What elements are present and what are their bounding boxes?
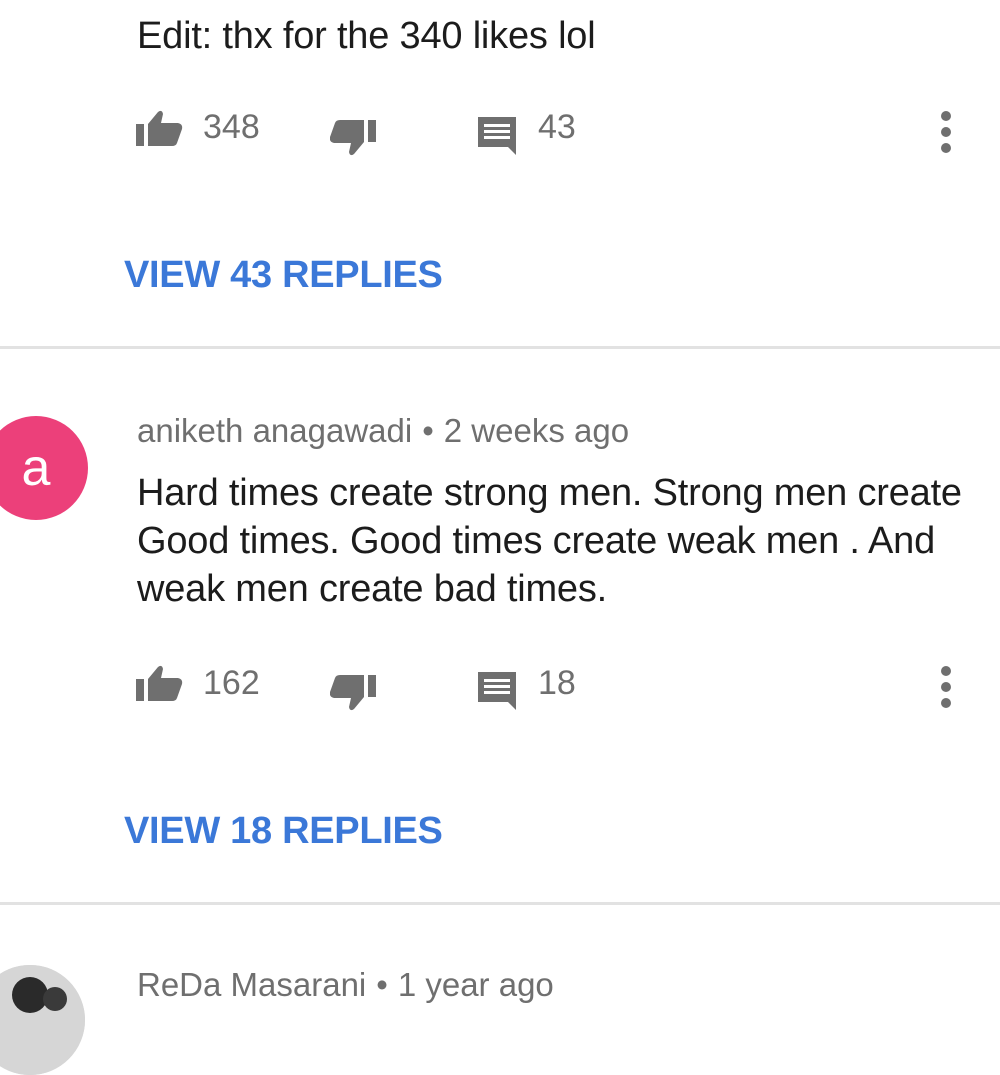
like-button[interactable] xyxy=(136,665,184,703)
reply-count: 43 xyxy=(538,108,576,146)
avatar-photo-icon xyxy=(0,965,85,1075)
like-count: 162 xyxy=(203,664,260,702)
comment-meta: aniketh anagawadi • 2 weeks ago xyxy=(137,412,629,450)
separator: • xyxy=(376,966,388,1003)
author-name[interactable]: ReDa Masarani xyxy=(137,966,366,1003)
thumbs-down-icon xyxy=(330,120,376,156)
comment-icon xyxy=(478,672,516,710)
dislike-button[interactable] xyxy=(330,673,376,713)
view-replies-link[interactable]: VIEW 18 REPLIES xyxy=(124,810,443,853)
thumbs-down-icon xyxy=(330,675,376,711)
thumbs-up-icon xyxy=(136,110,183,146)
comment-meta: ReDa Masarani • 1 year ago xyxy=(137,966,554,1004)
divider xyxy=(0,902,1000,905)
thumbs-up-icon xyxy=(136,665,183,701)
like-count: 348 xyxy=(203,108,260,146)
more-vert-icon xyxy=(941,111,951,153)
author-name[interactable]: aniketh anagawadi xyxy=(137,412,412,449)
comment-icon xyxy=(478,117,516,155)
timestamp: 2 weeks ago xyxy=(443,412,630,449)
more-options-button[interactable] xyxy=(937,110,955,154)
divider xyxy=(0,346,1000,349)
dislike-button[interactable] xyxy=(330,118,376,158)
avatar[interactable] xyxy=(0,965,85,1075)
more-options-button[interactable] xyxy=(937,665,955,709)
like-button[interactable] xyxy=(136,110,184,148)
separator: • xyxy=(422,412,434,449)
more-vert-icon xyxy=(941,666,951,708)
reply-button[interactable] xyxy=(476,115,518,155)
timestamp: 1 year ago xyxy=(397,966,554,1003)
reply-button[interactable] xyxy=(476,670,518,710)
reply-count: 18 xyxy=(538,664,576,702)
avatar[interactable]: a xyxy=(0,416,88,520)
comment-text: Edit: thx for the 340 likes lol xyxy=(137,15,596,57)
view-replies-link[interactable]: VIEW 43 REPLIES xyxy=(124,254,443,297)
comment-text: Hard times create strong men. Strong men… xyxy=(137,472,962,610)
